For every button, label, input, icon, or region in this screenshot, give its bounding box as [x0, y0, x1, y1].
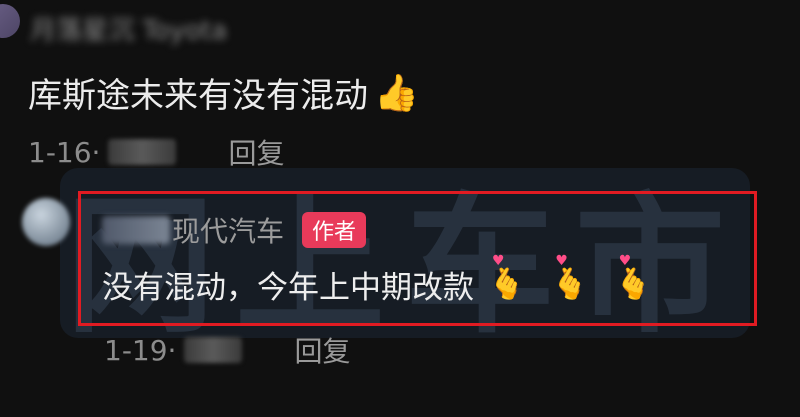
commenter-username[interactable]: 月落星沉 Toyota — [30, 10, 227, 47]
comment-text: 库斯途未来有没有混动 — [28, 76, 368, 116]
author-username[interactable]: 现代汽车 — [172, 210, 284, 250]
comment-date: 1-16 — [28, 135, 92, 169]
finger-heart-icon: 🫰 — [488, 253, 525, 302]
blurred-location — [184, 337, 243, 363]
reply-button[interactable]: 回复 — [228, 132, 284, 172]
separator-dot: · — [167, 333, 177, 367]
reply-text-row: 没有混动，今年上中期改款 🫰 🫰 🫰 — [102, 253, 678, 307]
finger-heart-icon: 🫰 — [615, 253, 652, 302]
reply-text: 没有混动，今年上中期改款 — [102, 270, 474, 306]
commenter-avatar[interactable] — [0, 4, 20, 38]
comment-meta: 1-16 · 回复 — [28, 132, 284, 172]
emoji-row: 🫰 🫰 🫰 — [488, 253, 678, 302]
blurred-name-prefix — [102, 216, 170, 244]
reply-header: 现代汽车 作者 — [102, 210, 367, 250]
reply-date: 1-19 — [104, 333, 168, 367]
separator-dot: · — [91, 135, 101, 169]
thumbs-up-icon: 👍 — [374, 72, 419, 114]
reply-button[interactable]: 回复 — [294, 330, 350, 370]
blurred-location — [108, 139, 177, 165]
comments-screen: 网上车市 月落星沉 Toyota 库斯途未来有没有混动 👍 1-16 · 回复 … — [0, 0, 800, 417]
author-avatar[interactable] — [22, 198, 70, 246]
reply-meta: 1-19 · 回复 — [104, 330, 350, 370]
comment-text-row: 库斯途未来有没有混动 👍 — [28, 68, 419, 117]
author-badge: 作者 — [302, 212, 367, 248]
finger-heart-icon: 🫰 — [551, 253, 588, 302]
